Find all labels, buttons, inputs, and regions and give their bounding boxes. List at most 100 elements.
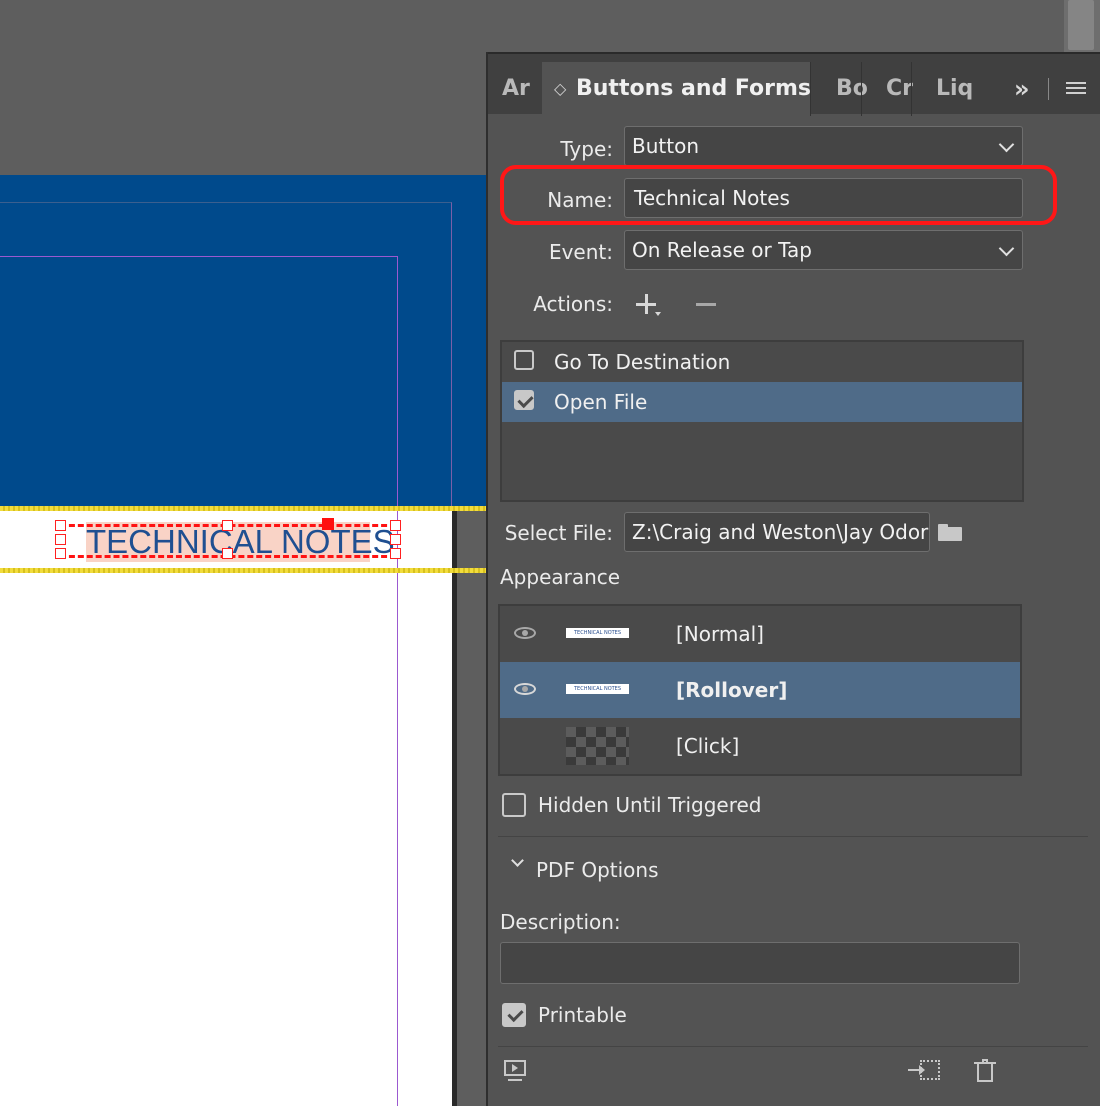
tab-sort-icon: ◇ [554, 79, 567, 98]
type-dropdown[interactable]: Button [624, 126, 1023, 166]
tab-ar[interactable]: Ar [502, 62, 542, 116]
selection-handle-bl[interactable] [55, 548, 66, 559]
trash-handle [982, 1059, 988, 1062]
selection-handle-mr[interactable] [390, 534, 401, 545]
event-label: Event: [548, 240, 613, 264]
printable-label[interactable]: Printable [538, 1000, 627, 1030]
list-item-label: Open File [554, 390, 648, 414]
buttons-and-forms-panel: Ar ◇ Buttons and Forms Bo Cr Liq » Type:… [486, 52, 1100, 1106]
tab-separator [861, 62, 862, 116]
select-file-label: Select File: [504, 521, 613, 545]
trash-lid [974, 1062, 996, 1064]
selection-handle-br[interactable] [390, 548, 401, 559]
preview-button[interactable] [504, 1058, 530, 1084]
appearance-state-label: [Click] [676, 734, 740, 758]
list-item[interactable]: Go To Destination [502, 342, 1022, 382]
name-label: Name: [547, 188, 613, 212]
hidden-until-triggered-checkbox[interactable] [502, 793, 526, 817]
tab-separator [911, 62, 912, 116]
panel-menu-button[interactable] [1066, 82, 1086, 96]
menu-icon [1066, 82, 1086, 84]
rule-line-bottom [0, 568, 500, 573]
actions-list[interactable]: Go To Destination Open File [500, 340, 1024, 502]
tab-label: Bo [836, 76, 868, 101]
minus-icon [696, 303, 716, 306]
overflow-icon: » [1014, 75, 1030, 103]
tab-buttons-and-forms[interactable]: ◇ Buttons and Forms [542, 62, 812, 116]
anchor-handle[interactable] [322, 518, 334, 530]
page[interactable] [0, 510, 452, 1106]
name-input[interactable]: Technical Notes [624, 178, 1023, 218]
appearance-row-rollover[interactable]: TECHNICAL NOTES [Rollover] [500, 662, 1020, 718]
click-state-thumbnail [566, 727, 629, 765]
tab-label: Liq [936, 76, 974, 101]
remove-action-button[interactable] [694, 292, 718, 318]
select-file-value: Z:\Craig and Weston\Jay Odor [632, 520, 929, 544]
folder-icon [938, 527, 962, 541]
panel-tab-bar: Ar ◇ Buttons and Forms Bo Cr Liq » [488, 52, 1100, 116]
margin-guide-top [0, 256, 398, 257]
appearance-label: Appearance [500, 565, 621, 589]
vertical-scrollbar-thumb[interactable] [1068, 0, 1094, 50]
name-value: Technical Notes [634, 186, 790, 210]
description-label: Description: [500, 910, 621, 934]
footer-divider [498, 1046, 1088, 1047]
eye-icon[interactable] [514, 627, 536, 639]
chevron-down-icon [511, 854, 524, 867]
appearance-state-label: [Normal] [676, 622, 764, 646]
appearance-row-click[interactable]: [Click] [500, 718, 1020, 774]
event-dropdown[interactable]: On Release or Tap [624, 230, 1023, 270]
printable-checkbox[interactable] [502, 1003, 526, 1027]
plus-icon-vertical [645, 294, 648, 314]
type-label: Type: [560, 137, 613, 161]
appearance-state-label: [Rollover] [676, 678, 788, 702]
browse-file-button[interactable] [936, 522, 964, 542]
checkmark-icon [507, 1005, 524, 1023]
checkmark-icon [517, 391, 534, 409]
selection-handle-bc[interactable] [222, 548, 233, 559]
selection-handle-tl[interactable] [55, 520, 66, 531]
list-item[interactable]: Open File [502, 382, 1022, 422]
selection-handle-ml[interactable] [55, 534, 66, 545]
eye-icon[interactable] [514, 683, 536, 695]
appearance-list[interactable]: TECHNICAL NOTES [Normal] TECHNICAL NOTES… [498, 604, 1022, 776]
actions-label: Actions: [533, 292, 613, 316]
appearance-row-normal[interactable]: TECHNICAL NOTES [Normal] [500, 606, 1020, 662]
page-shadow [452, 510, 457, 1106]
normal-state-thumbnail: TECHNICAL NOTES [566, 628, 629, 638]
open-file-checkbox[interactable] [514, 390, 534, 410]
select-file-input[interactable]: Z:\Craig and Weston\Jay Odor [624, 512, 930, 552]
rollover-state-thumbnail: TECHNICAL NOTES [566, 684, 629, 694]
selection-handle-tc[interactable] [222, 520, 233, 531]
tab-liq[interactable]: Liq [936, 62, 976, 116]
hidden-until-triggered-label[interactable]: Hidden Until Triggered [538, 790, 762, 820]
preview-play [512, 1064, 518, 1072]
plus-dropdown-arrow [655, 312, 661, 316]
pdf-options-toggle[interactable] [510, 854, 526, 872]
add-action-button[interactable] [634, 292, 661, 318]
selection-handle-tr[interactable] [390, 520, 401, 531]
convert-arrow-head [919, 1065, 925, 1075]
type-value: Button [632, 134, 699, 158]
tab-label: Cr [886, 76, 913, 101]
tab-label: Ar [502, 76, 530, 101]
pdf-options-label[interactable]: PDF Options [536, 855, 659, 885]
rule-line-top [0, 506, 500, 511]
trash-icon [977, 1064, 993, 1082]
preview-base [508, 1079, 522, 1081]
margin-guide-vertical [397, 256, 398, 1106]
delete-button[interactable] [974, 1058, 998, 1084]
go-to-destination-checkbox[interactable] [514, 350, 534, 370]
tab-bar-divider [1048, 78, 1049, 100]
tab-label: Buttons and Forms [576, 76, 812, 101]
list-item-label: Go To Destination [554, 350, 731, 374]
event-value: On Release or Tap [632, 238, 812, 262]
folder-tab [938, 524, 948, 529]
section-divider [498, 836, 1088, 837]
chevron-down-icon [998, 136, 1015, 153]
description-input[interactable] [500, 942, 1020, 984]
tab-separator [810, 62, 811, 116]
panel-overflow-button[interactable]: » [1014, 62, 1038, 116]
convert-to-object-button[interactable] [908, 1058, 942, 1084]
chevron-down-icon [998, 240, 1015, 257]
